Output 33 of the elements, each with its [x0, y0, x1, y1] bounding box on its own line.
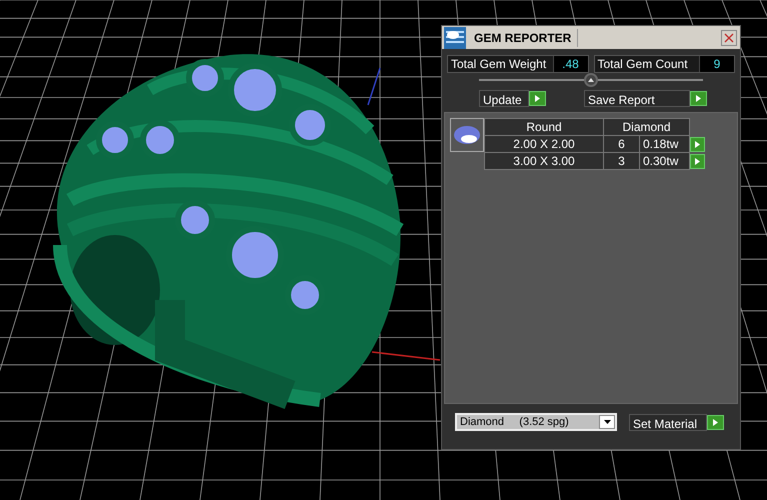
window-title: GEM REPORTER [474, 28, 578, 46]
play-icon [695, 158, 700, 164]
play-icon [696, 95, 701, 102]
table-cell: 0.18tw [640, 136, 690, 152]
dropdown-value: Diamond (3.52 spg) [459, 414, 570, 430]
total-value: .48 [554, 56, 588, 72]
material-dropdown[interactable]: Diamond (3.52 spg) [455, 413, 617, 431]
caret-icon [604, 420, 610, 424]
action-button[interactable]: Update [479, 90, 529, 107]
play-button[interactable] [690, 136, 705, 152]
table-cell: 6 [604, 136, 640, 152]
axis-line [372, 351, 440, 361]
dropdown-arrow-button[interactable] [599, 415, 615, 429]
total-value: 9 [700, 56, 734, 72]
table-cell: 0.30tw [640, 152, 690, 170]
axis-line [367, 68, 381, 106]
play-button[interactable] [690, 154, 705, 168]
app-icon [444, 26, 466, 48]
action-button[interactable]: Save Report [584, 90, 690, 107]
table-cell: 3 [604, 152, 640, 170]
close-button[interactable] [721, 30, 737, 46]
slider-thumb[interactable] [584, 73, 598, 87]
column-header: Round [484, 118, 604, 136]
gem-icon [453, 125, 481, 145]
play-icon [713, 418, 718, 426]
column-header: Diamond [604, 118, 690, 136]
close-icon [724, 32, 734, 42]
play-icon [535, 95, 540, 102]
table-cell: 3.00 X 3.00 [484, 152, 604, 170]
action-button[interactable]: Set Material [629, 414, 707, 430]
play-button[interactable] [707, 414, 724, 430]
table-cell: 2.00 X 2.00 [484, 136, 604, 152]
play-icon [695, 140, 700, 148]
